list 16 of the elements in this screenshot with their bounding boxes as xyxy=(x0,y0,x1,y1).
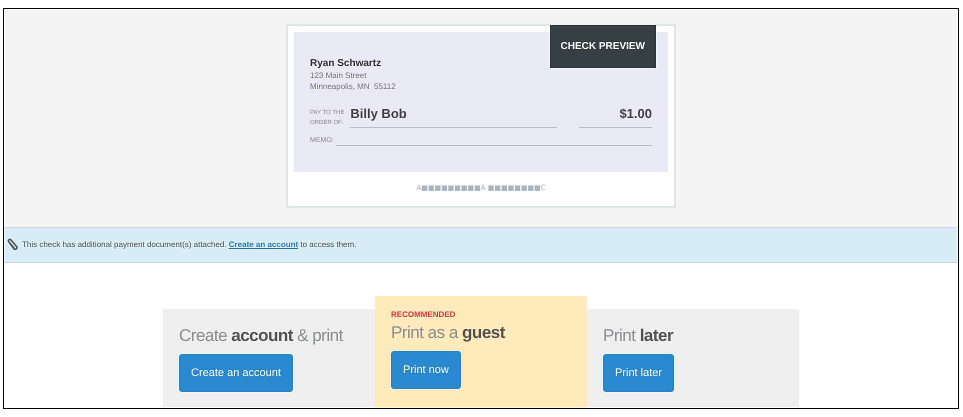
option-button[interactable]: Print now xyxy=(391,351,461,389)
payer-name: Ryan Schwartz xyxy=(310,58,382,70)
amount: $1.00 xyxy=(579,104,652,128)
payee-name: Billy Bob xyxy=(350,104,558,128)
option-title: Create account & print xyxy=(179,325,343,347)
check-preview-badge: CHECK PREVIEW xyxy=(550,25,656,68)
option-button[interactable]: Create an account xyxy=(179,354,293,392)
notice-text: This check has additional payment document(s) attached. Create an account to access them. xyxy=(22,239,356,251)
address-line: Minneapolis, MN 55112 xyxy=(310,81,397,92)
create-account-link[interactable]: Create an account xyxy=(228,240,298,249)
option-button[interactable]: Print later xyxy=(603,354,674,392)
option-title: Print later xyxy=(603,325,674,347)
paperclip-icon xyxy=(6,238,18,252)
recommended-label: RECOMMENDED xyxy=(391,310,456,320)
option-title: Print as a guest xyxy=(391,322,505,344)
address-line: 123 Main Street xyxy=(310,70,368,81)
